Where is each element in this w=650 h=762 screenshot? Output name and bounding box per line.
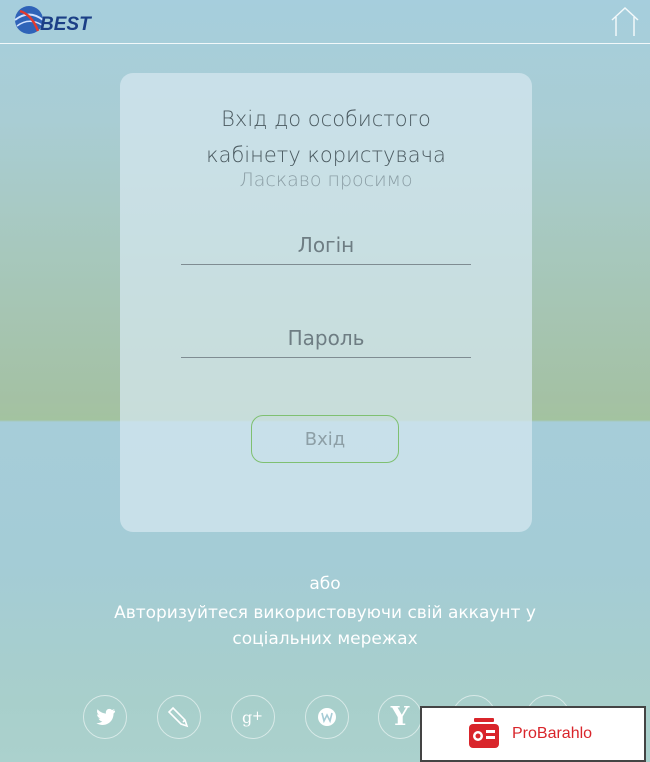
twitter-icon	[96, 708, 115, 725]
webmoney-icon	[318, 708, 336, 726]
best-logo[interactable]: BEST	[12, 5, 96, 37]
page-title: Вхід до особистого кабінету користувача	[206, 107, 446, 167]
probarahlo-badge[interactable]: ProBarahlo	[420, 706, 646, 762]
login-card: Вхід до особистого кабінету користувача …	[120, 73, 532, 532]
yandex-login-button[interactable]: Y	[378, 695, 422, 739]
svg-text:+: +	[252, 709, 263, 724]
webmoney-login-button[interactable]	[305, 695, 349, 739]
home-icon[interactable]	[608, 4, 642, 38]
welcome-subtitle: Ласкаво просимо	[239, 169, 413, 191]
google-plus-login-button[interactable]: g +	[231, 695, 275, 739]
twitter-login-button[interactable]	[83, 695, 127, 739]
top-bar: BEST	[0, 0, 650, 44]
livejournal-login-button[interactable]	[157, 695, 201, 739]
login-input[interactable]	[181, 225, 471, 264]
google-plus-icon: g +	[242, 708, 263, 727]
logo-text: BEST	[40, 14, 91, 35]
livejournal-icon	[167, 706, 189, 728]
password-field	[181, 318, 471, 358]
radio-icon	[469, 718, 499, 748]
probarahlo-text: ProBarahlo	[512, 725, 593, 742]
social-prompt-text: Авторизуйтеся використовуючи свій аккаун…	[114, 603, 536, 649]
login-button[interactable]: Вхід	[251, 415, 399, 463]
login-field	[181, 225, 471, 265]
social-prompt: Авторизуйтеся використовуючи свій аккаун…	[0, 600, 650, 652]
yandex-icon: Y	[390, 702, 410, 732]
password-input[interactable]	[181, 318, 471, 357]
or-label: або	[309, 574, 341, 594]
svg-text:g: g	[242, 708, 252, 727]
